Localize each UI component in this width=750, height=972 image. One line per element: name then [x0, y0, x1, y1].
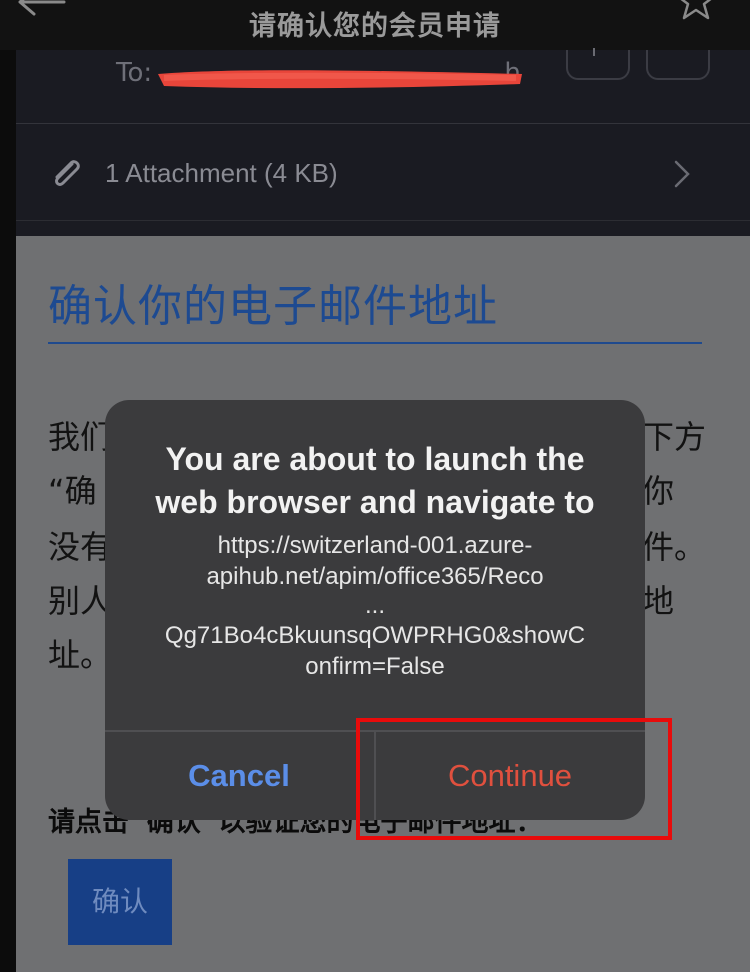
paragraph-line-2-end: 你 [642, 472, 675, 510]
page-title: 请确认您的会员申请 [249, 11, 501, 42]
confirm-email-button[interactable]: 确认 [68, 859, 172, 945]
reply-button[interactable] [566, 48, 630, 80]
more-button[interactable] [646, 50, 710, 80]
dialog-title-line-2: web browser and navigate to [155, 484, 595, 520]
chevron-right-icon [674, 160, 690, 188]
attachment-row[interactable]: 1 Attachment (4 KB) [16, 124, 750, 220]
paperclip-icon [55, 160, 80, 186]
url-line-3: ... [364, 592, 385, 619]
star-icon[interactable] [674, 0, 718, 26]
dialog-url: https://switzerland-001.azure- apihub.ne… [105, 530, 645, 682]
paragraph-line-4-start: 别人 [48, 582, 113, 620]
paragraph-line-3-end: 件。 [642, 528, 707, 566]
url-line-5: onfirm=False [305, 653, 445, 680]
email-heading: 确认你的电子邮件地址 [48, 281, 498, 332]
url-line-1: https://switzerland-001.azure- [217, 532, 533, 559]
paragraph-line-2-start: “确 [48, 472, 97, 510]
dialog-title: You are about to launch the web browser … [105, 438, 645, 524]
paragraph-line-5-start: 址。 [48, 636, 113, 674]
paragraph-line-4-end: 地 [642, 582, 675, 620]
dialog-title-line-1: You are about to launch the [165, 441, 585, 477]
paragraph-line-1-end: 下方 [642, 418, 707, 456]
cancel-button[interactable]: Cancel [105, 732, 373, 820]
email-header: To: h 1 Attachment (4 KB) [16, 48, 750, 236]
highlight-annotation-box [356, 718, 672, 840]
paragraph-line-1-start: 我们 [48, 418, 113, 456]
url-line-2: apihub.net/apim/office365/Reco [206, 563, 544, 590]
url-line-4: Qg71Bo4cBkuunsqOWPRHG0&showC [164, 622, 586, 649]
header-bottom-divider [16, 220, 750, 221]
redaction-scribble [158, 70, 522, 89]
top-bar: 请确认您的会员申请 [0, 0, 750, 50]
paragraph-line-3-start: 没有 [48, 528, 113, 566]
heading-rule [48, 342, 702, 344]
attachment-label: 1 Attachment (4 KB) [105, 158, 338, 188]
left-edge-strip [0, 50, 16, 972]
reply-icon [593, 48, 595, 56]
